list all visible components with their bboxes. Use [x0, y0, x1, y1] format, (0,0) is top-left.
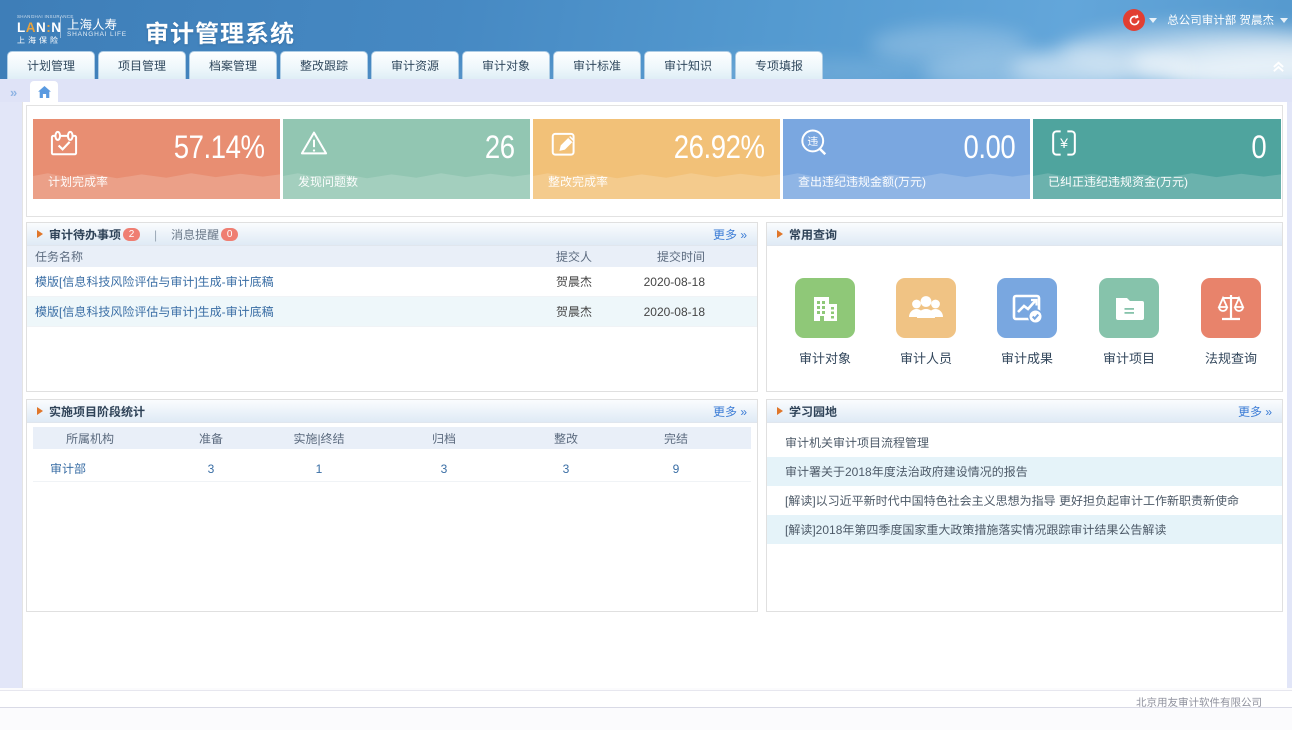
svg-text:¥: ¥ — [1059, 133, 1068, 153]
svg-text:违: 违 — [807, 133, 818, 149]
